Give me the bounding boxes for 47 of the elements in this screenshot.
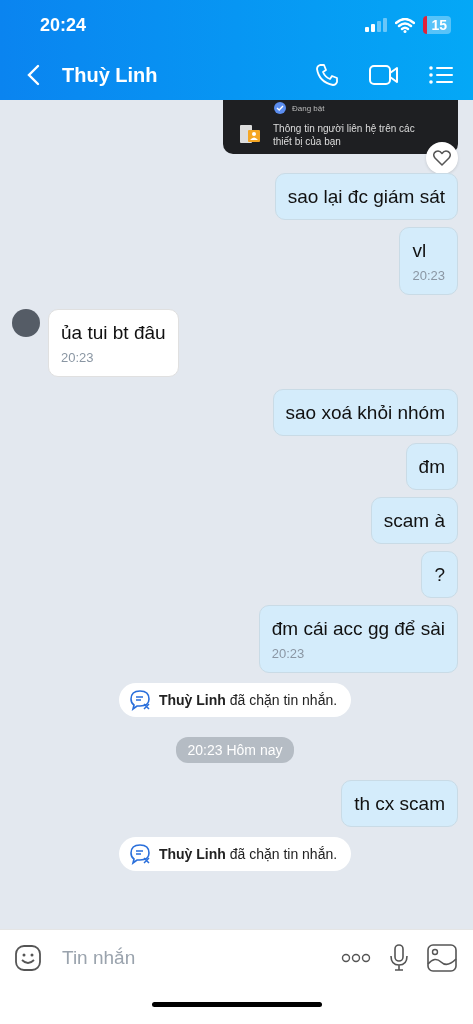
- menu-icon[interactable]: [429, 65, 453, 85]
- sent-message-bubble[interactable]: vl 20:23: [399, 227, 458, 295]
- blocked-chat-icon: [128, 689, 151, 711]
- reaction-button[interactable]: [426, 142, 458, 174]
- status-time: 20:24: [40, 14, 87, 36]
- screenshot-caption: Thông tin người liên hệ trên các thiết bị của bạn: [273, 122, 416, 148]
- image-icon[interactable]: [427, 943, 457, 972]
- more-icon[interactable]: [341, 952, 371, 963]
- blocked-chat-icon: [128, 843, 151, 865]
- signal-icon: [365, 18, 388, 32]
- time-separator: 20:23 Hôm nay: [175, 737, 295, 763]
- microphone-icon[interactable]: [389, 943, 409, 972]
- video-call-icon[interactable]: [369, 64, 399, 86]
- notice-text: Thuỳ Linh đã chặn tin nhắn.: [158, 692, 338, 708]
- wifi-icon: [395, 17, 416, 33]
- message-text: ?: [434, 564, 445, 586]
- message-text: đm: [418, 456, 445, 478]
- notice-text: Thuỳ Linh đã chặn tin nhắn.: [158, 846, 338, 862]
- message-text: ủa tui bt đâu: [61, 322, 166, 344]
- message-time: 20:23: [61, 350, 95, 365]
- sent-message-bubble[interactable]: ?: [421, 551, 458, 598]
- contact-card-icon: [239, 124, 261, 146]
- sent-message-bubble[interactable]: đm: [405, 443, 458, 490]
- message-text: sao lại đc giám sát: [287, 186, 445, 208]
- sent-message-bubble[interactable]: th cx scam: [341, 780, 458, 827]
- message-time: 20:23: [412, 268, 445, 283]
- message-text: đm cái acc gg để sài: [271, 618, 445, 640]
- phone-icon[interactable]: [315, 63, 339, 87]
- check-badge-icon: [274, 102, 286, 114]
- contact-name: Thuỳ Linh: [62, 63, 159, 87]
- message-text: vl: [412, 240, 428, 262]
- battery-indicator: 15: [423, 16, 451, 34]
- message-text: sao xoá khỏi nhóm: [285, 402, 445, 424]
- status-label: Đang bật: [292, 103, 325, 113]
- sent-message-bubble[interactable]: sao lại đc giám sát: [274, 173, 458, 220]
- sent-message-bubble[interactable]: đm cái acc gg để sài 20:23: [258, 605, 458, 673]
- message-text: scam à: [383, 510, 445, 532]
- back-icon[interactable]: [26, 64, 40, 86]
- message-text: th cx scam: [354, 793, 445, 815]
- avatar[interactable]: [12, 309, 40, 337]
- sticker-icon[interactable]: [14, 943, 42, 972]
- received-message-bubble[interactable]: ủa tui bt đâu 20:23: [48, 309, 179, 377]
- heart-icon: [433, 150, 451, 166]
- sent-message-bubble[interactable]: sao xoá khỏi nhóm: [272, 389, 458, 436]
- sent-message-bubble[interactable]: scam à: [370, 497, 458, 544]
- shared-screenshot[interactable]: Đang bật Thông tin người liên hệ trên các thiết bị của bạn: [223, 100, 458, 154]
- message-time: 20:23: [271, 646, 306, 661]
